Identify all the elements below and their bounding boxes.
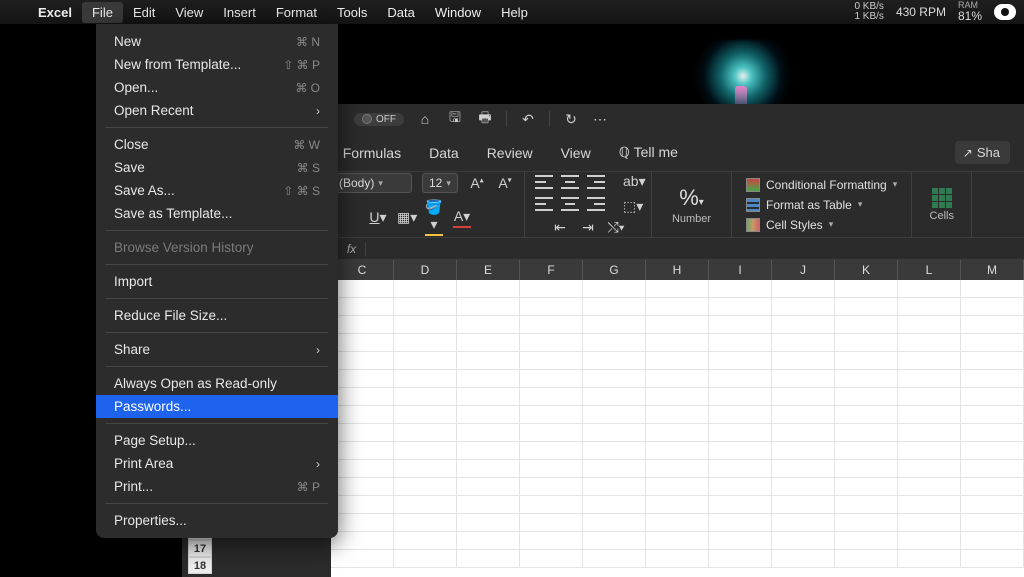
align-right-icon[interactable]	[587, 197, 605, 211]
file-menu-item[interactable]: Save As...⇧ ⌘ S	[96, 179, 338, 202]
autosave-toggle[interactable]: OFF	[354, 113, 404, 126]
increase-font-icon[interactable]: A▴	[468, 175, 486, 191]
menu-edit[interactable]: Edit	[123, 2, 165, 23]
save-icon[interactable]: 🖫	[446, 107, 464, 131]
menu-format[interactable]: Format	[266, 2, 327, 23]
col-header[interactable]: C	[331, 260, 394, 280]
menu-app-name[interactable]: Excel	[28, 2, 82, 23]
cell-styles-button[interactable]: Cell Styles▾	[742, 216, 837, 234]
col-header[interactable]: K	[835, 260, 898, 280]
col-header[interactable]: E	[457, 260, 520, 280]
col-header[interactable]: G	[583, 260, 646, 280]
tab-view[interactable]: View	[559, 139, 593, 167]
macos-menubar: Excel File Edit View Insert Format Tools…	[0, 0, 1024, 24]
indent-right-icon[interactable]: ⇥	[579, 219, 597, 236]
file-menu-item[interactable]: Page Setup...	[96, 429, 338, 452]
bulb-icon: ℚ	[619, 144, 630, 160]
align-left-icon[interactable]	[535, 197, 553, 211]
orientation-icon[interactable]: ⤭▾	[607, 219, 625, 236]
decrease-font-icon[interactable]: A▾	[496, 175, 514, 191]
file-menu-item[interactable]: Save as Template...	[96, 202, 338, 225]
share-button[interactable]: Sha	[955, 141, 1010, 164]
menu-window[interactable]: Window	[425, 2, 491, 23]
col-header[interactable]: F	[520, 260, 583, 280]
file-menu-item: Browse Version History	[96, 236, 338, 259]
conditional-formatting-button[interactable]: Conditional Formatting▾	[742, 176, 901, 194]
col-header[interactable]: M	[961, 260, 1024, 280]
more-qat-icon[interactable]: ⋯	[592, 111, 610, 128]
tell-me[interactable]: ℚ Tell me	[617, 138, 680, 167]
menu-view[interactable]: View	[165, 2, 213, 23]
file-menu-dropdown: New⌘ NNew from Template...⇧ ⌘ POpen...⌘ …	[96, 24, 338, 538]
redo-icon[interactable]: ↻	[562, 111, 580, 128]
ribbon-styles-group: Conditional Formatting▾ Format as Table▾…	[732, 172, 912, 237]
ribbon-number-group: %▾ Number	[652, 172, 732, 237]
cell-grid[interactable]	[331, 280, 1024, 568]
file-menu-item[interactable]: Print...⌘ P	[96, 475, 338, 498]
row-header[interactable]: 17	[188, 540, 212, 557]
file-menu-item[interactable]: Print Area›	[96, 452, 338, 475]
file-menu-item[interactable]: Save⌘ S	[96, 156, 338, 179]
font-size-select[interactable]: 12▾	[422, 173, 458, 193]
status-network: 0 KB/s1 KB/s	[848, 2, 889, 22]
ribbon-cells-group: Cells	[912, 172, 972, 237]
formula-input[interactable]	[366, 238, 1024, 259]
file-menu-item[interactable]: Properties...	[96, 509, 338, 532]
cells-label: Cells	[930, 210, 954, 222]
status-ram: RAM81%	[952, 1, 988, 23]
col-header[interactable]: D	[394, 260, 457, 280]
tab-data[interactable]: Data	[427, 139, 461, 167]
wrap-text-icon[interactable]: ab▾	[623, 173, 641, 190]
font-name-select[interactable]: i (Body)▾	[326, 173, 412, 193]
menu-file[interactable]: File	[82, 2, 123, 23]
format-as-table-button[interactable]: Format as Table▾	[742, 196, 866, 214]
menu-insert[interactable]: Insert	[213, 2, 266, 23]
file-menu-item[interactable]: New⌘ N	[96, 30, 338, 53]
file-menu-item[interactable]: Always Open as Read-only	[96, 372, 338, 395]
file-menu-item[interactable]: Open...⌘ O	[96, 76, 338, 99]
number-label: Number	[672, 213, 711, 225]
row-header[interactable]: 18	[188, 557, 212, 574]
menu-data[interactable]: Data	[377, 2, 424, 23]
percent-icon[interactable]: %▾	[679, 185, 704, 211]
col-header[interactable]: H	[646, 260, 709, 280]
font-color-icon[interactable]: A▾	[453, 208, 471, 228]
file-menu-item[interactable]: Share›	[96, 338, 338, 361]
file-menu-item[interactable]: Open Recent›	[96, 99, 338, 122]
align-middle-icon[interactable]	[561, 175, 579, 189]
menu-tools[interactable]: Tools	[327, 2, 377, 23]
column-headers: C D E F G H I J K L M	[331, 260, 1024, 280]
indent-left-icon[interactable]: ⇤	[551, 219, 569, 236]
status-rpm: 430 RPM	[890, 5, 952, 19]
tab-review[interactable]: Review	[485, 139, 535, 167]
menu-help[interactable]: Help	[491, 2, 538, 23]
tab-formulas[interactable]: Formulas	[341, 139, 403, 167]
col-header[interactable]: L	[898, 260, 961, 280]
col-header[interactable]: I	[709, 260, 772, 280]
align-center-icon[interactable]	[561, 197, 579, 211]
file-menu-item[interactable]: Import	[96, 270, 338, 293]
ribbon-align-group: ab▾ ⬚▾ ⇤ ⇥ ⤭▾	[525, 172, 652, 237]
merge-icon[interactable]: ⬚▾	[623, 198, 641, 215]
col-header[interactable]: J	[772, 260, 835, 280]
file-menu-item[interactable]: Passwords...	[96, 395, 338, 418]
fx-icon[interactable]: fx	[338, 242, 366, 256]
align-top-icon[interactable]	[535, 175, 553, 189]
undo-icon[interactable]: ↶	[519, 111, 537, 128]
fill-color-icon[interactable]: 🪣▾	[425, 199, 443, 236]
cells-icon[interactable]	[932, 188, 952, 208]
underline-icon[interactable]: U▾	[369, 209, 387, 226]
home-icon[interactable]: ⌂	[416, 111, 434, 127]
borders-icon[interactable]: ▦▾	[397, 209, 415, 226]
file-menu-item[interactable]: Close⌘ W	[96, 133, 338, 156]
align-bottom-icon[interactable]	[587, 175, 605, 189]
file-menu-item[interactable]: Reduce File Size...	[96, 304, 338, 327]
print-icon[interactable]: 🖶	[476, 107, 494, 131]
status-tray-icon[interactable]	[994, 4, 1016, 20]
file-menu-item[interactable]: New from Template...⇧ ⌘ P	[96, 53, 338, 76]
